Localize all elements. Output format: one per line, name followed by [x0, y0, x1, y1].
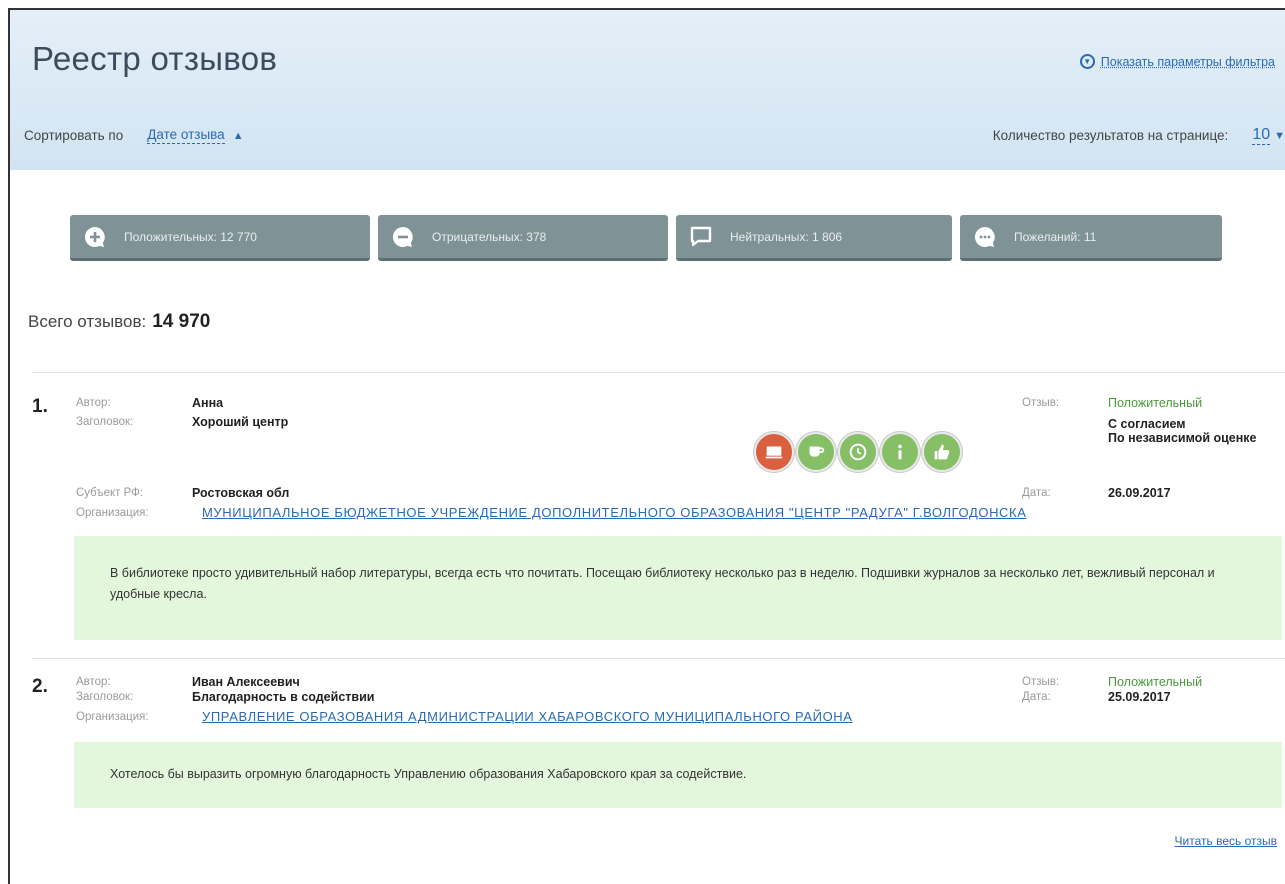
neutral-filter-button[interactable]: Нейтральных: 1 806 — [676, 215, 952, 261]
rating-badges — [754, 432, 964, 472]
organization-link[interactable]: МУНИЦИПАЛЬНОЕ БЮДЖЕТНОЕ УЧРЕЖДЕНИЕ ДОПОЛ… — [202, 505, 1026, 520]
per-page-dropdown[interactable]: 10 — [1252, 126, 1271, 145]
negative-count-label: Отрицательных: 378 — [432, 229, 547, 244]
plus-bubble-icon — [82, 224, 108, 250]
title-label: Заголовок: — [76, 691, 134, 703]
total-label: Всего отзывов: — [28, 312, 147, 331]
neutral-count-label: Нейтральных: 1 806 — [730, 229, 843, 244]
read-full-review-link[interactable]: Читать весь отзыв — [1175, 834, 1277, 848]
cup-icon — [796, 432, 836, 472]
tray-icon — [754, 432, 794, 472]
organization-link[interactable]: УПРАВЛЕНИЕ ОБРАЗОВАНИЯ АДМИНИСТРАЦИИ ХАБ… — [202, 709, 853, 724]
review-type-label: Отзыв: — [1022, 676, 1060, 688]
wishes-count-label: Пожеланий: 11 — [1014, 229, 1097, 244]
consent-info: С согласием По независимой оценке — [1108, 417, 1268, 445]
divider — [32, 658, 1285, 659]
sort-ascending-icon[interactable]: ▲ — [233, 130, 244, 142]
organization-label: Организация: — [76, 711, 149, 723]
review-number: 1. — [32, 396, 48, 417]
total-reviews: Всего отзывов: 14 970 — [28, 311, 210, 333]
region-label: Субъект РФ: — [76, 487, 144, 499]
positive-filter-button[interactable]: Положительных: 12 770 — [70, 215, 370, 261]
consent-line-2: По независимой оценке — [1108, 431, 1257, 445]
review-text: В библиотеке просто удивительный набор л… — [74, 536, 1282, 640]
region-value: Ростовская обл — [192, 486, 290, 500]
per-page-label: Количество результатов на странице: — [992, 128, 1229, 143]
organization-label: Организация: — [76, 507, 149, 519]
consent-line-1: С согласием — [1108, 417, 1186, 431]
chevron-down-circle-icon: ▼ — [1079, 54, 1095, 69]
sort-control: Сортировать по Дате отзыва ▲ — [24, 127, 244, 144]
author-value: Анна — [192, 396, 224, 410]
date-label: Дата: — [1022, 691, 1051, 703]
clock-icon — [838, 432, 878, 472]
empty-bubble-icon — [688, 224, 714, 250]
show-filter-label[interactable]: Показать параметры фильтра — [1101, 55, 1275, 69]
author-label: Автор: — [76, 397, 111, 409]
sentiment-value: Положительный — [1108, 675, 1203, 689]
date-value: 26.09.2017 — [1108, 486, 1171, 500]
total-value: 14 970 — [152, 311, 211, 332]
page-frame: Реестр отзывов ▼ Показать параметры филь… — [8, 8, 1285, 884]
review-type-label: Отзыв: — [1022, 397, 1060, 409]
minus-bubble-icon — [390, 224, 416, 250]
title-label: Заголовок: — [76, 416, 134, 428]
divider — [32, 372, 1285, 373]
per-page-control: Количество результатов на странице: 10 ▼ — [993, 126, 1285, 145]
page-title: Реестр отзывов — [32, 40, 278, 77]
header-panel: Реестр отзывов ▼ Показать параметры филь… — [10, 10, 1285, 170]
sort-dropdown[interactable]: Дате отзыва — [147, 127, 225, 144]
author-label: Автор: — [76, 676, 111, 688]
sort-label: Сортировать по — [24, 128, 124, 143]
sentiment-value: Положительный — [1108, 396, 1203, 410]
date-label: Дата: — [1022, 487, 1051, 499]
title-value: Благодарность в содействии — [192, 690, 375, 704]
thumbs-up-icon — [922, 432, 962, 472]
chevron-down-icon[interactable]: ▼ — [1274, 130, 1285, 142]
positive-count-label: Положительных: 12 770 — [124, 229, 257, 244]
wishes-filter-button[interactable]: Пожеланий: 11 — [960, 215, 1222, 261]
negative-filter-button[interactable]: Отрицательных: 378 — [378, 215, 668, 261]
title-value: Хороший центр — [192, 415, 289, 429]
author-value: Иван Алексеевич — [192, 675, 300, 689]
date-value: 25.09.2017 — [1108, 690, 1171, 704]
dots-bubble-icon — [972, 224, 998, 250]
stat-buttons: Положительных: 12 770 Отрицательных: 378… — [70, 215, 1230, 261]
show-filter-link[interactable]: ▼ Показать параметры фильтра — [1079, 54, 1275, 69]
review-number: 2. — [32, 676, 48, 697]
info-icon — [880, 432, 920, 472]
review-text: Хотелось бы выразить огромную благодарно… — [74, 742, 1282, 808]
